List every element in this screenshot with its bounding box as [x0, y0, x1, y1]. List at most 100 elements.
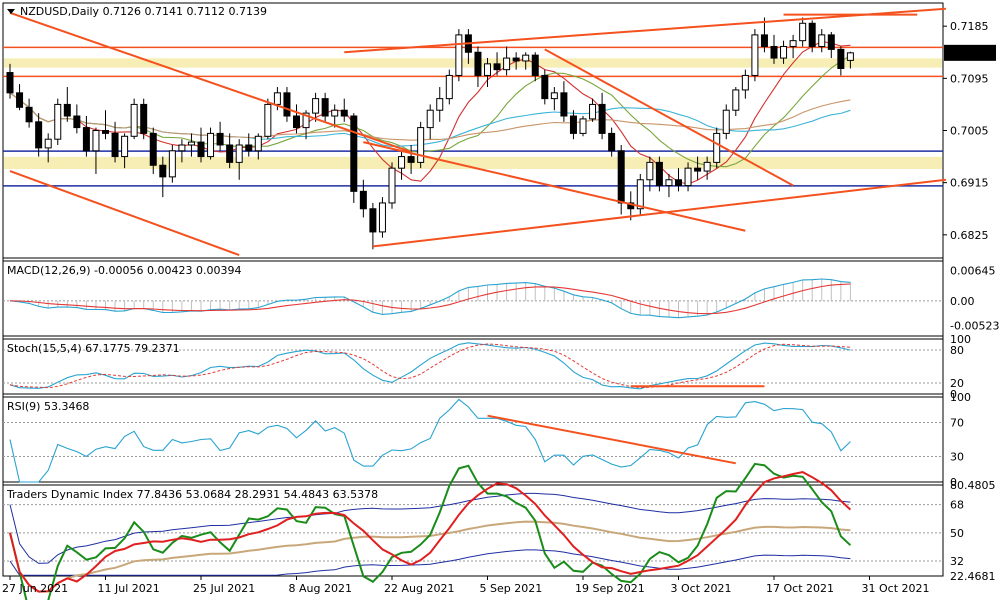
candle-body — [149, 132, 157, 166]
candle-body — [216, 132, 224, 146]
candle-body — [579, 118, 587, 134]
x-tick-label: 19 Sep 2021 — [575, 582, 645, 595]
candle — [207, 127, 215, 160]
candle — [25, 98, 33, 128]
candle — [6, 63, 14, 99]
candle-body — [503, 57, 511, 71]
x-tick-label: 5 Sep 2021 — [480, 582, 543, 595]
tdi-tick-label: 80.4805 — [950, 479, 996, 492]
candle-body — [235, 144, 243, 163]
candle-body — [436, 98, 444, 111]
candle — [54, 98, 62, 145]
candle — [598, 92, 606, 140]
x-tick-label: 27 Jun 2021 — [2, 582, 68, 595]
candle-body — [541, 74, 549, 100]
candle-body — [703, 161, 711, 172]
candle-body — [675, 179, 682, 187]
candle — [140, 98, 148, 140]
candle-body — [827, 34, 835, 50]
chart-window: 0.7185 0.7095 0.7005 0.6915 0.6825 0.7139 NZDU… — [0, 0, 1000, 604]
candle — [187, 133, 195, 157]
candle-body — [846, 52, 854, 61]
candle-body — [398, 156, 406, 169]
candle-body — [111, 132, 119, 158]
candle-body — [321, 98, 329, 117]
x-tick-label: 8 Aug 2021 — [289, 582, 352, 595]
candle-body — [789, 40, 797, 47]
candle — [579, 116, 587, 137]
candle-body — [617, 150, 625, 204]
x-tick-label: 22 Aug 2021 — [384, 582, 454, 595]
candle-body — [780, 45, 788, 59]
candle-body — [417, 127, 425, 163]
x-tick-label: 31 Oct 2021 — [862, 582, 930, 595]
candle-body — [178, 144, 186, 152]
candle-body — [426, 109, 434, 129]
candle — [474, 46, 482, 88]
candle — [818, 29, 826, 53]
tdi-tick-label: 68 — [950, 499, 964, 512]
candle — [426, 104, 434, 140]
candle — [550, 87, 558, 111]
candle-body — [340, 109, 348, 117]
candle — [417, 121, 425, 169]
candle — [168, 144, 176, 183]
candle — [264, 98, 272, 140]
candle — [503, 46, 511, 76]
stoch-label: Stoch(15,5,4) 67.1775 79.2371 — [7, 342, 180, 355]
candle-body — [168, 150, 176, 178]
candle — [254, 133, 262, 160]
candle-body — [455, 34, 463, 76]
candle-body — [732, 89, 740, 111]
candle-body — [92, 130, 100, 152]
candle — [378, 197, 386, 238]
candle-body — [560, 92, 568, 117]
tdi-tick-label: 32 — [950, 555, 964, 568]
price-tick-label: 0.7095 — [950, 72, 989, 85]
candle-body — [694, 167, 702, 172]
x-tick-label: 17 Oct 2021 — [766, 582, 834, 595]
candle — [130, 98, 138, 140]
candle — [63, 87, 71, 122]
candle — [407, 144, 415, 174]
candle — [799, 17, 807, 47]
candle — [675, 168, 682, 192]
candle-body — [312, 98, 320, 114]
candle — [617, 144, 625, 215]
candle-body — [598, 103, 606, 134]
candle-body — [512, 57, 520, 62]
candle — [216, 121, 224, 151]
price-tick-label: 0.7005 — [950, 125, 989, 138]
price-tick-label: 0.6825 — [950, 229, 989, 242]
x-tick-label: 3 Oct 2021 — [671, 582, 732, 595]
x-tick-label: 25 Jul 2021 — [193, 582, 255, 595]
candle — [283, 87, 291, 122]
candle-body — [474, 51, 482, 76]
candle-body — [130, 103, 138, 137]
candle-body — [350, 115, 358, 192]
candle-body — [82, 127, 90, 152]
macd-tick-label: 0.00 — [950, 295, 975, 308]
candle-body — [378, 202, 386, 233]
candle — [293, 104, 300, 134]
candle — [636, 173, 644, 215]
price-tick-label: 0.6915 — [950, 177, 989, 190]
candle — [608, 127, 616, 157]
candle-body — [569, 115, 577, 134]
candle-body — [589, 103, 597, 120]
candle — [436, 87, 444, 122]
candle-body — [531, 54, 539, 76]
candle-body — [522, 54, 530, 62]
candle-body — [751, 34, 759, 76]
candle-body — [837, 48, 845, 69]
candle-body — [799, 22, 807, 42]
candle-body — [713, 132, 721, 163]
rsi-line — [9, 398, 851, 483]
macd-tick-label: 0.00645 — [950, 265, 996, 278]
candle-body — [646, 161, 654, 181]
candle-body — [283, 92, 291, 117]
candle-body — [636, 179, 644, 210]
current-price-label: 0.7139 — [950, 47, 989, 60]
candle — [493, 52, 501, 76]
candle-body — [741, 74, 749, 91]
